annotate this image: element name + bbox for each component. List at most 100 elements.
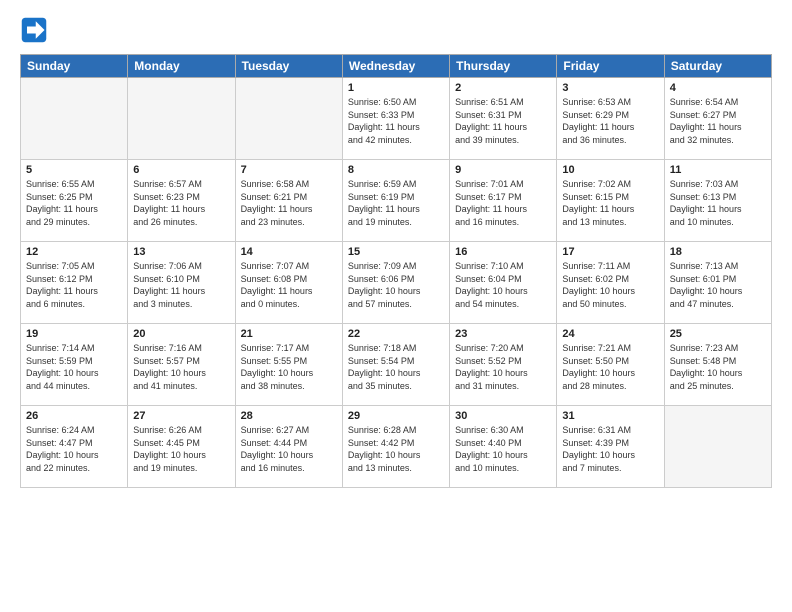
- day-number: 14: [241, 246, 337, 258]
- day-info: Sunrise: 6:28 AM Sunset: 4:42 PM Dayligh…: [348, 424, 444, 474]
- day-info: Sunrise: 6:30 AM Sunset: 4:40 PM Dayligh…: [455, 424, 551, 474]
- day-info: Sunrise: 7:11 AM Sunset: 6:02 PM Dayligh…: [562, 260, 658, 310]
- calendar-cell: 12Sunrise: 7:05 AM Sunset: 6:12 PM Dayli…: [21, 242, 128, 324]
- week-row: 5 Sunrise: 6:55 AM Sunset: 6:25 PM Daylig…: [21, 160, 772, 242]
- day-number: 6: [133, 164, 229, 176]
- calendar-cell: 21 Sunrise: 7:17 AM Sunset: 5:55 PM Dayli…: [235, 324, 342, 406]
- day-info: Sunrise: 7:16 AM Sunset: 5:57 PM Dayligh…: [133, 342, 229, 392]
- day-info: Sunrise: 6:57 AM Sunset: 6:23 PM Dayligh…: [133, 178, 229, 228]
- day-number: 30: [455, 410, 551, 422]
- calendar-cell: 8 Sunrise: 6:59 AM Sunset: 6:19 PM Daylig…: [342, 160, 449, 242]
- day-number: 17: [562, 246, 658, 258]
- weekday-header: Monday: [128, 55, 235, 78]
- calendar-cell: 25 Sunrise: 7:23 AM Sunset: 5:48 PM Dayli…: [664, 324, 771, 406]
- day-info: Sunrise: 7:14 AM Sunset: 5:59 PM Dayligh…: [26, 342, 122, 392]
- day-number: 26: [26, 410, 122, 422]
- day-number: 10: [562, 164, 658, 176]
- calendar-cell: 27 Sunrise: 6:26 AM Sunset: 4:45 PM Dayli…: [128, 406, 235, 488]
- week-row: 12Sunrise: 7:05 AM Sunset: 6:12 PM Dayli…: [21, 242, 772, 324]
- day-info: Sunrise: 6:50 AM Sunset: 6:33 PM Dayligh…: [348, 96, 444, 146]
- calendar-cell: 10Sunrise: 7:02 AM Sunset: 6:15 PM Dayli…: [557, 160, 664, 242]
- day-number: 22: [348, 328, 444, 340]
- header: [20, 16, 772, 44]
- calendar-cell: 18 Sunrise: 7:13 AM Sunset: 6:01 PM Dayli…: [664, 242, 771, 324]
- day-info: Sunrise: 6:59 AM Sunset: 6:19 PM Dayligh…: [348, 178, 444, 228]
- week-row: 1 Sunrise: 6:50 AM Sunset: 6:33 PM Daylig…: [21, 78, 772, 160]
- calendar-cell: 15 Sunrise: 7:09 AM Sunset: 6:06 PM Dayli…: [342, 242, 449, 324]
- day-number: 8: [348, 164, 444, 176]
- calendar-cell: 13 Sunrise: 7:06 AM Sunset: 6:10 PM Dayli…: [128, 242, 235, 324]
- logo-icon: [20, 16, 48, 44]
- day-number: 29: [348, 410, 444, 422]
- week-row: 26 Sunrise: 6:24 AM Sunset: 4:47 PM Dayli…: [21, 406, 772, 488]
- day-info: Sunrise: 6:24 AM Sunset: 4:47 PM Dayligh…: [26, 424, 122, 474]
- calendar-cell: 11Sunrise: 7:03 AM Sunset: 6:13 PM Dayli…: [664, 160, 771, 242]
- day-info: Sunrise: 7:21 AM Sunset: 5:50 PM Dayligh…: [562, 342, 658, 392]
- day-number: 4: [670, 82, 766, 94]
- weekday-header: Thursday: [450, 55, 557, 78]
- day-number: 25: [670, 328, 766, 340]
- day-number: 31: [562, 410, 658, 422]
- calendar-cell: 31 Sunrise: 6:31 AM Sunset: 4:39 PM Dayli…: [557, 406, 664, 488]
- weekday-header-row: SundayMondayTuesdayWednesdayThursdayFrid…: [21, 55, 772, 78]
- day-info: Sunrise: 7:18 AM Sunset: 5:54 PM Dayligh…: [348, 342, 444, 392]
- week-row: 19 Sunrise: 7:14 AM Sunset: 5:59 PM Dayli…: [21, 324, 772, 406]
- weekday-header: Wednesday: [342, 55, 449, 78]
- day-number: 13: [133, 246, 229, 258]
- day-number: 2: [455, 82, 551, 94]
- day-info: Sunrise: 6:51 AM Sunset: 6:31 PM Dayligh…: [455, 96, 551, 146]
- day-info: Sunrise: 7:05 AM Sunset: 6:12 PM Dayligh…: [26, 260, 122, 310]
- calendar-cell: [664, 406, 771, 488]
- weekday-header: Saturday: [664, 55, 771, 78]
- weekday-header: Friday: [557, 55, 664, 78]
- day-number: 16: [455, 246, 551, 258]
- day-number: 18: [670, 246, 766, 258]
- calendar-cell: 28Sunrise: 6:27 AM Sunset: 4:44 PM Dayli…: [235, 406, 342, 488]
- weekday-header: Sunday: [21, 55, 128, 78]
- calendar-cell: [128, 78, 235, 160]
- calendar-cell: 7 Sunrise: 6:58 AM Sunset: 6:21 PM Daylig…: [235, 160, 342, 242]
- day-number: 27: [133, 410, 229, 422]
- day-number: 5: [26, 164, 122, 176]
- day-number: 21: [241, 328, 337, 340]
- day-info: Sunrise: 7:17 AM Sunset: 5:55 PM Dayligh…: [241, 342, 337, 392]
- day-info: Sunrise: 7:09 AM Sunset: 6:06 PM Dayligh…: [348, 260, 444, 310]
- calendar-cell: 19 Sunrise: 7:14 AM Sunset: 5:59 PM Dayli…: [21, 324, 128, 406]
- calendar-cell: 6 Sunrise: 6:57 AM Sunset: 6:23 PM Daylig…: [128, 160, 235, 242]
- day-info: Sunrise: 7:10 AM Sunset: 6:04 PM Dayligh…: [455, 260, 551, 310]
- day-info: Sunrise: 7:23 AM Sunset: 5:48 PM Dayligh…: [670, 342, 766, 392]
- calendar-cell: 23 Sunrise: 7:20 AM Sunset: 5:52 PM Dayli…: [450, 324, 557, 406]
- day-number: 24: [562, 328, 658, 340]
- day-number: 1: [348, 82, 444, 94]
- calendar-cell: 3Sunrise: 6:53 AM Sunset: 6:29 PM Daylig…: [557, 78, 664, 160]
- day-info: Sunrise: 6:31 AM Sunset: 4:39 PM Dayligh…: [562, 424, 658, 474]
- calendar-cell: 17 Sunrise: 7:11 AM Sunset: 6:02 PM Dayli…: [557, 242, 664, 324]
- day-info: Sunrise: 7:01 AM Sunset: 6:17 PM Dayligh…: [455, 178, 551, 228]
- day-info: Sunrise: 7:07 AM Sunset: 6:08 PM Dayligh…: [241, 260, 337, 310]
- calendar-cell: 26 Sunrise: 6:24 AM Sunset: 4:47 PM Dayli…: [21, 406, 128, 488]
- calendar-cell: 2 Sunrise: 6:51 AM Sunset: 6:31 PM Daylig…: [450, 78, 557, 160]
- calendar-cell: 14 Sunrise: 7:07 AM Sunset: 6:08 PM Dayli…: [235, 242, 342, 324]
- calendar-cell: 24 Sunrise: 7:21 AM Sunset: 5:50 PM Dayli…: [557, 324, 664, 406]
- day-info: Sunrise: 7:20 AM Sunset: 5:52 PM Dayligh…: [455, 342, 551, 392]
- day-info: Sunrise: 6:55 AM Sunset: 6:25 PM Dayligh…: [26, 178, 122, 228]
- day-number: 3: [562, 82, 658, 94]
- day-number: 15: [348, 246, 444, 258]
- calendar-cell: 16 Sunrise: 7:10 AM Sunset: 6:04 PM Dayli…: [450, 242, 557, 324]
- calendar: SundayMondayTuesdayWednesdayThursdayFrid…: [20, 54, 772, 488]
- day-info: Sunrise: 7:06 AM Sunset: 6:10 PM Dayligh…: [133, 260, 229, 310]
- calendar-cell: 1 Sunrise: 6:50 AM Sunset: 6:33 PM Daylig…: [342, 78, 449, 160]
- calendar-cell: 22 Sunrise: 7:18 AM Sunset: 5:54 PM Dayli…: [342, 324, 449, 406]
- calendar-cell: 9Sunrise: 7:01 AM Sunset: 6:17 PM Daylig…: [450, 160, 557, 242]
- day-info: Sunrise: 6:58 AM Sunset: 6:21 PM Dayligh…: [241, 178, 337, 228]
- calendar-cell: 4Sunrise: 6:54 AM Sunset: 6:27 PM Daylig…: [664, 78, 771, 160]
- day-info: Sunrise: 7:13 AM Sunset: 6:01 PM Dayligh…: [670, 260, 766, 310]
- weekday-header: Tuesday: [235, 55, 342, 78]
- day-number: 7: [241, 164, 337, 176]
- day-number: 23: [455, 328, 551, 340]
- calendar-cell: [21, 78, 128, 160]
- day-info: Sunrise: 6:26 AM Sunset: 4:45 PM Dayligh…: [133, 424, 229, 474]
- logo: [20, 16, 52, 44]
- day-number: 19: [26, 328, 122, 340]
- calendar-cell: 29 Sunrise: 6:28 AM Sunset: 4:42 PM Dayli…: [342, 406, 449, 488]
